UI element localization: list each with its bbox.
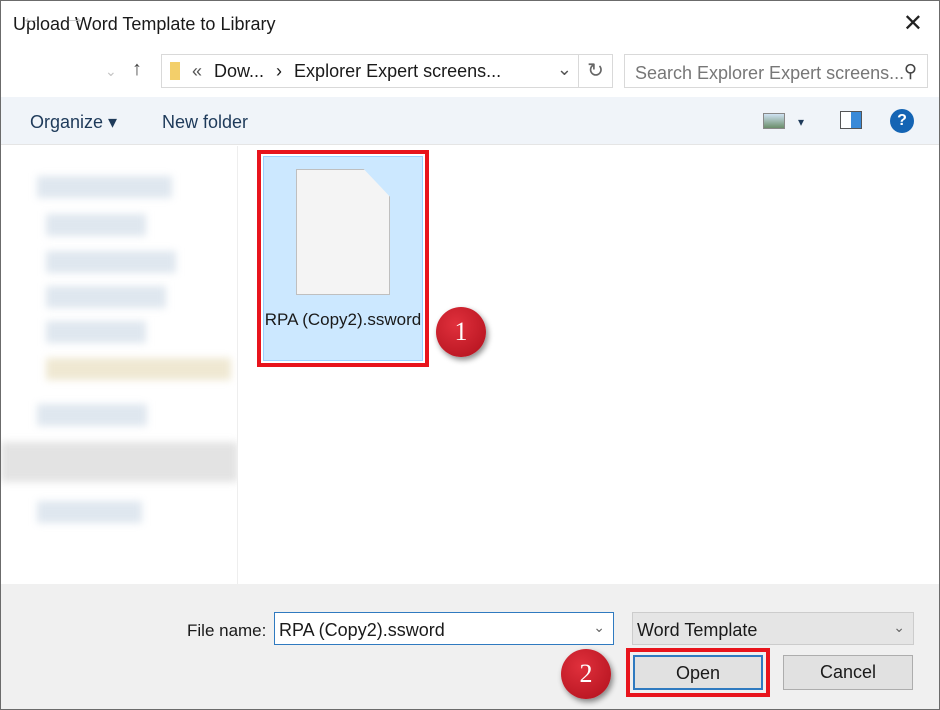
chevron-down-icon[interactable]: ⌄ <box>593 619 605 636</box>
open-button[interactable]: Open <box>626 648 770 697</box>
view-icon[interactable] <box>763 113 785 129</box>
preview-pane-icon[interactable] <box>840 111 862 129</box>
dialog-footer <box>1 584 939 709</box>
search-placeholder: Search Explorer Expert screens... <box>635 63 905 83</box>
file-name-input[interactable]: RPA (Copy2).ssword ⌄ <box>274 612 614 645</box>
search-input[interactable]: Search Explorer Expert screens... ⚲ <box>624 54 928 88</box>
file-name: RPA (Copy2).ssword <box>264 310 422 329</box>
toolbar: Organize ▾ New folder ▾ ? <box>1 97 939 145</box>
recent-chevron-icon[interactable]: ⌄ <box>105 63 117 80</box>
forward-arrow-icon[interactable]: → <box>65 7 85 30</box>
step-badge-1: 1 <box>436 307 486 357</box>
new-folder-button[interactable]: New folder <box>162 112 248 133</box>
navigation-pane[interactable] <box>1 146 238 584</box>
file-type-value: Word Template <box>637 620 758 640</box>
file-item[interactable]: RPA (Copy2).ssword <box>257 150 429 367</box>
organize-button[interactable]: Organize ▾ <box>30 112 117 133</box>
close-icon[interactable]: ✕ <box>903 9 923 38</box>
file-dialog: Upload Word Template to Library ✕ ← → ⌄ … <box>0 0 940 710</box>
back-arrow-icon[interactable]: ← <box>21 7 41 30</box>
file-type-select[interactable]: Word Template ⌄ <box>632 612 914 645</box>
view-dropdown-icon[interactable]: ▾ <box>798 115 804 129</box>
search-icon: ⚲ <box>903 61 917 81</box>
refresh-icon[interactable]: ↻ <box>578 55 612 87</box>
file-icon <box>296 169 390 295</box>
cancel-button[interactable]: Cancel <box>783 655 913 690</box>
chevron-down-icon[interactable]: ⌄ <box>893 619 905 636</box>
file-name-label: File name: <box>187 621 267 640</box>
breadcrumb-separator-icon: › <box>276 60 283 81</box>
file-name-value: RPA (Copy2).ssword <box>279 620 445 640</box>
chevron-down-icon[interactable]: ⌄ <box>557 59 572 80</box>
help-icon[interactable]: ? <box>890 109 914 133</box>
up-arrow-icon[interactable]: ↑ <box>132 58 142 81</box>
breadcrumb-item[interactable]: Explorer Expert screens... <box>294 61 501 82</box>
folder-icon <box>170 62 180 80</box>
breadcrumb-overflow[interactable]: « <box>192 61 202 82</box>
address-bar[interactable]: « Dow... › Explorer Expert screens... ⌄ … <box>161 54 613 88</box>
step-badge-2: 2 <box>561 649 611 699</box>
file-list: RPA (Copy2).ssword 1 <box>239 146 939 584</box>
breadcrumb-item[interactable]: Dow... <box>214 61 264 82</box>
dialog-title: Upload Word Template to Library <box>13 14 276 34</box>
